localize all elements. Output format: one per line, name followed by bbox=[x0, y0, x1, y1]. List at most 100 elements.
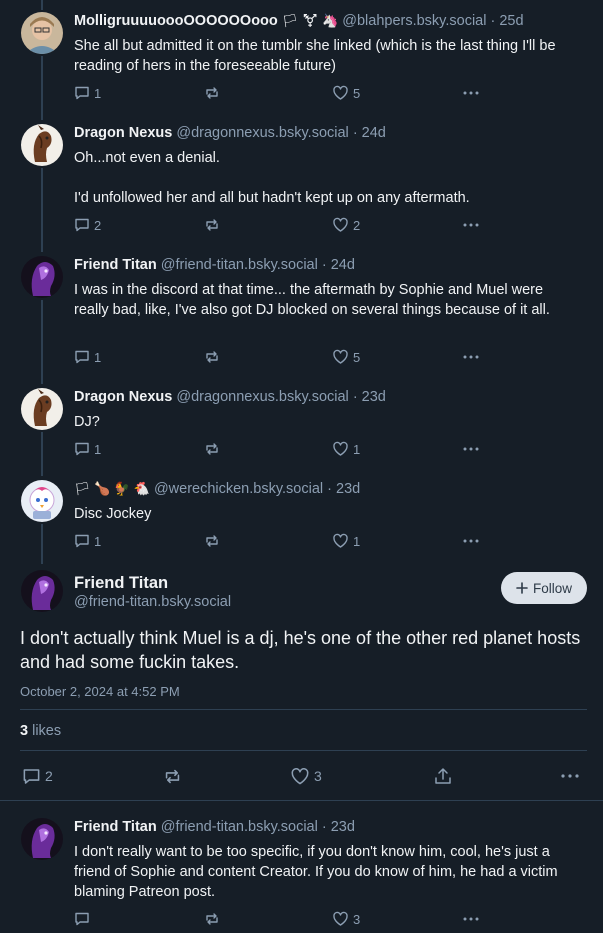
like-count: 1 bbox=[353, 441, 361, 457]
repost-button[interactable] bbox=[204, 347, 220, 367]
like-button[interactable]: 5 bbox=[332, 83, 360, 103]
divider bbox=[20, 709, 587, 710]
post-actions: 1 5 bbox=[74, 83, 494, 103]
repost-button[interactable] bbox=[204, 439, 220, 459]
reply-icon bbox=[75, 350, 89, 364]
reply-icon bbox=[75, 442, 89, 456]
reply-icon bbox=[75, 86, 89, 100]
repost-icon bbox=[206, 443, 218, 455]
share-icon bbox=[435, 768, 451, 784]
reply-button[interactable]: 1 bbox=[74, 83, 101, 103]
post-actions: 1 5 bbox=[74, 347, 494, 367]
more-options-button[interactable] bbox=[462, 909, 480, 929]
reply-icon bbox=[23, 768, 40, 784]
avatar[interactable] bbox=[21, 124, 63, 166]
avatar[interactable] bbox=[21, 256, 63, 298]
post-text: Oh...not even a denial. I'd unfollowed h… bbox=[74, 150, 470, 206]
like-count: 3 bbox=[314, 768, 322, 784]
like-count: 2 bbox=[353, 217, 361, 233]
thread-line bbox=[41, 300, 43, 384]
heart-icon bbox=[291, 767, 309, 784]
author-name[interactable]: MolligruuuuoooOOOOOOooo bbox=[74, 13, 278, 29]
post-text: She all but admitted it on the tumblr sh… bbox=[74, 38, 556, 74]
like-button[interactable]: 5 bbox=[332, 347, 360, 367]
repost-icon bbox=[206, 219, 218, 231]
reply-button[interactable]: 2 bbox=[74, 215, 101, 235]
reply-count: 1 bbox=[94, 441, 102, 457]
more-icon bbox=[463, 91, 479, 95]
like-count: 1 bbox=[353, 533, 361, 549]
author-handle[interactable]: @werechicken.bsky.social bbox=[154, 481, 323, 497]
post-age-separator: · bbox=[321, 819, 331, 835]
author-handle[interactable]: @friend-titan.bsky.social bbox=[161, 819, 318, 835]
post-age[interactable]: 23d bbox=[336, 481, 360, 497]
more-options-button[interactable] bbox=[462, 347, 480, 367]
more-options-button[interactable] bbox=[560, 765, 580, 787]
like-button[interactable]: 2 bbox=[332, 215, 360, 235]
follow-button[interactable]: Follow bbox=[501, 572, 587, 604]
repost-icon bbox=[206, 913, 218, 925]
reply-icon bbox=[75, 534, 89, 548]
likes-word: likes bbox=[32, 723, 62, 739]
thread-line bbox=[41, 524, 43, 564]
author-name[interactable]: Friend Titan bbox=[74, 819, 157, 835]
author-handle[interactable]: @dragonnexus.bsky.social bbox=[176, 389, 348, 405]
post-age[interactable]: 24d bbox=[362, 125, 386, 141]
repost-button[interactable] bbox=[204, 215, 220, 235]
thread-line bbox=[41, 432, 43, 476]
author-name[interactable]: Friend Titan bbox=[74, 574, 168, 593]
repost-button[interactable] bbox=[204, 531, 220, 551]
post-age[interactable]: 24d bbox=[331, 257, 355, 273]
author-name[interactable]: Friend Titan bbox=[74, 257, 157, 273]
reply-button[interactable]: 1 bbox=[74, 347, 101, 367]
share-button[interactable] bbox=[434, 765, 452, 787]
more-icon bbox=[463, 539, 479, 543]
author-name[interactable]: Dragon Nexus bbox=[74, 125, 172, 141]
thread-line bbox=[41, 168, 43, 252]
like-button[interactable]: 1 bbox=[332, 439, 360, 459]
repost-button[interactable] bbox=[204, 83, 220, 103]
post-text: I don't really want to be too specific, … bbox=[74, 844, 558, 900]
more-icon bbox=[463, 223, 479, 227]
post-actions: 1 1 bbox=[74, 531, 494, 551]
post-age-separator: · bbox=[321, 257, 331, 273]
name-emoji: 🏳 🍗 🐓 🐔 bbox=[74, 481, 150, 496]
post-header: 🏳 🍗 🐓 🐔 @werechicken.bsky.social · 23d bbox=[74, 480, 360, 498]
reply-button[interactable] bbox=[74, 909, 90, 929]
reply-icon bbox=[75, 218, 89, 232]
reply-button[interactable]: 1 bbox=[74, 439, 101, 459]
like-button[interactable]: 3 bbox=[290, 765, 322, 787]
more-options-button[interactable] bbox=[462, 83, 480, 103]
post-header: Dragon Nexus @dragonnexus.bsky.social · … bbox=[74, 124, 386, 142]
more-options-button[interactable] bbox=[462, 215, 480, 235]
avatar[interactable] bbox=[21, 480, 63, 522]
avatar[interactable] bbox=[21, 818, 63, 860]
like-button[interactable]: 3 bbox=[332, 909, 360, 929]
likes-summary[interactable]: 3 likes bbox=[20, 723, 61, 739]
reply-count: 2 bbox=[94, 217, 102, 233]
more-options-button[interactable] bbox=[462, 531, 480, 551]
post-age[interactable]: 25d bbox=[499, 13, 523, 29]
heart-icon bbox=[333, 533, 348, 548]
author-handle[interactable]: @blahpers.bsky.social bbox=[342, 13, 486, 29]
repost-icon bbox=[165, 769, 180, 783]
avatar[interactable] bbox=[21, 388, 63, 430]
author-handle[interactable]: @dragonnexus.bsky.social bbox=[176, 125, 348, 141]
post-actions: 2 2 bbox=[74, 215, 494, 235]
author-name[interactable]: Dragon Nexus bbox=[74, 389, 172, 405]
more-options-button[interactable] bbox=[462, 439, 480, 459]
avatar[interactable] bbox=[21, 570, 63, 612]
reply-button[interactable]: 1 bbox=[74, 531, 101, 551]
like-button[interactable]: 1 bbox=[332, 531, 360, 551]
post-age[interactable]: 23d bbox=[331, 819, 355, 835]
author-handle[interactable]: @friend-titan.bsky.social bbox=[74, 594, 231, 610]
author-handle[interactable]: @friend-titan.bsky.social bbox=[161, 257, 318, 273]
post-date[interactable]: October 2, 2024 at 4:52 PM bbox=[20, 684, 180, 699]
repost-button[interactable] bbox=[204, 909, 220, 929]
reply-button[interactable]: 2 bbox=[22, 765, 53, 787]
like-count: 5 bbox=[353, 85, 361, 101]
post-text: DJ? bbox=[74, 414, 100, 430]
post-age[interactable]: 23d bbox=[362, 389, 386, 405]
avatar[interactable] bbox=[21, 12, 63, 54]
repost-button[interactable] bbox=[163, 765, 182, 787]
